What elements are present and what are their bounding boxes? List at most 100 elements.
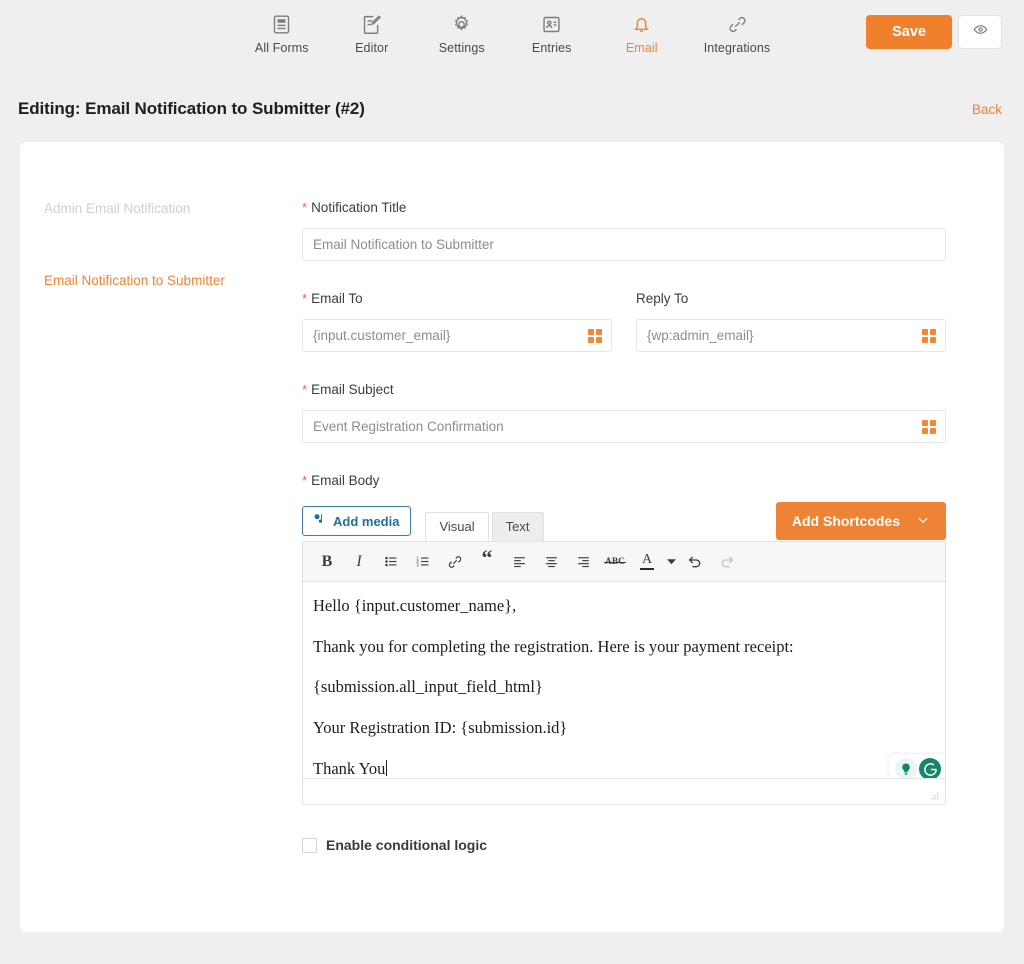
nav-item-editor[interactable]: Editor bbox=[344, 13, 400, 55]
undo-icon[interactable] bbox=[679, 548, 711, 576]
nav-label-settings: Settings bbox=[438, 41, 485, 55]
redo-icon bbox=[711, 548, 743, 576]
tab-text[interactable]: Text bbox=[491, 512, 544, 541]
sidebar-item-email-notification-to-submitter[interactable]: Email Notification to Submitter bbox=[44, 272, 278, 290]
text-color-dropdown-caret[interactable] bbox=[663, 548, 679, 576]
reply-to-input[interactable] bbox=[636, 319, 946, 352]
back-link[interactable]: Back bbox=[972, 102, 1002, 117]
email-subject-label: * Email Subject bbox=[302, 382, 946, 397]
resize-handle-icon[interactable] bbox=[929, 789, 941, 801]
align-right-icon[interactable] bbox=[567, 548, 599, 576]
email-recipients-row: * Email To Reply To bbox=[302, 291, 946, 352]
add-media-button[interactable]: Add media bbox=[302, 506, 412, 536]
shortcode-square bbox=[922, 336, 928, 343]
add-shortcodes-button[interactable]: Add Shortcodes bbox=[775, 502, 946, 540]
bullet-list-icon[interactable] bbox=[375, 548, 407, 576]
editor-toolbar-row: Add media Visual Text Add Shortcodes bbox=[302, 501, 946, 541]
blockquote-icon[interactable]: “ bbox=[471, 547, 503, 576]
field-email-to: * Email To bbox=[302, 291, 612, 352]
label-text: Notification Title bbox=[311, 200, 407, 215]
shortcode-square bbox=[596, 336, 602, 343]
body-line: Hello {input.customer_name}, bbox=[313, 596, 517, 615]
sidebar-item-label: Email Notification to Submitter bbox=[44, 272, 225, 288]
page-title: Editing: Email Notification to Submitter… bbox=[18, 99, 365, 118]
nav-item-email[interactable]: Email bbox=[614, 13, 670, 55]
preview-button[interactable] bbox=[958, 15, 1002, 49]
shortcode-square bbox=[930, 419, 936, 426]
italic-icon[interactable]: I bbox=[343, 548, 375, 576]
reply-to-label: Reply To bbox=[636, 291, 946, 306]
shortcode-square bbox=[596, 328, 602, 335]
link-icon[interactable] bbox=[439, 548, 471, 576]
nav-label-entries: Entries bbox=[531, 41, 572, 55]
chevron-down-icon bbox=[916, 513, 930, 530]
shortcode-grid-icon[interactable] bbox=[922, 328, 936, 343]
wysiwyg-editor: B I 1 2 3 “ ABC A Hello {input.customer_… bbox=[302, 541, 946, 805]
email-subject-input[interactable] bbox=[302, 410, 946, 443]
body-line: Your Registration ID: {submission.id} bbox=[313, 717, 568, 737]
align-center-icon[interactable] bbox=[535, 548, 567, 576]
media-icon bbox=[312, 512, 327, 530]
forms-icon bbox=[271, 13, 293, 35]
notification-title-label: * Notification Title bbox=[302, 200, 946, 215]
numbered-list-icon[interactable]: 1 2 3 bbox=[407, 548, 439, 576]
sidebar-item-label: Admin Email Notification bbox=[44, 201, 191, 216]
shortcode-square bbox=[588, 336, 594, 343]
sidebar-item-admin-email-notification[interactable]: Admin Email Notification bbox=[44, 200, 278, 218]
required-asterisk: * bbox=[302, 382, 308, 397]
email-to-input[interactable] bbox=[302, 319, 612, 352]
entries-card-icon bbox=[541, 13, 563, 35]
editor-pencil-icon bbox=[361, 13, 383, 35]
label-text: Email Subject bbox=[311, 382, 394, 397]
shortcode-square bbox=[922, 427, 928, 434]
email-body-content[interactable]: Hello {input.customer_name}, Thank you f… bbox=[303, 582, 945, 778]
field-notification-title: * Notification Title bbox=[302, 200, 946, 261]
top-navigation-bar: All Forms Editor Settings Entries Email … bbox=[0, 0, 1024, 76]
enable-conditional-logic-checkbox[interactable] bbox=[302, 837, 317, 853]
page-header: Editing: Email Notification to Submitter… bbox=[0, 76, 1024, 142]
email-to-label: * Email To bbox=[302, 291, 612, 306]
label-text: Email Body bbox=[311, 473, 380, 488]
required-asterisk: * bbox=[302, 200, 308, 215]
email-to-input-wrap bbox=[302, 319, 612, 352]
bold-icon[interactable]: B bbox=[311, 548, 343, 576]
shortcode-square bbox=[588, 328, 594, 335]
shortcode-square bbox=[922, 419, 928, 426]
strikethrough-icon[interactable]: ABC bbox=[599, 548, 631, 576]
nav-label-editor: Editor bbox=[355, 41, 389, 55]
notification-title-input[interactable] bbox=[302, 228, 946, 261]
eye-icon bbox=[973, 22, 988, 42]
text-color-icon[interactable]: A bbox=[631, 548, 663, 576]
shortcode-square bbox=[930, 427, 936, 434]
shortcode-square bbox=[930, 328, 936, 335]
conditional-logic-row: Enable conditional logic bbox=[302, 837, 946, 853]
nav-item-entries[interactable]: Entries bbox=[524, 13, 580, 55]
align-left-icon[interactable] bbox=[503, 548, 535, 576]
tab-visual[interactable]: Visual bbox=[425, 512, 489, 541]
email-body-label: * Email Body bbox=[302, 473, 946, 488]
grammarly-widget[interactable] bbox=[889, 754, 945, 778]
field-email-body: * Email Body Add media Visual Text Add S… bbox=[302, 473, 946, 805]
nav-item-settings[interactable]: Settings bbox=[434, 13, 490, 55]
nav-item-integrations[interactable]: Integrations bbox=[704, 13, 771, 55]
shortcode-square bbox=[930, 336, 936, 343]
nav-item-all-forms[interactable]: All Forms bbox=[254, 13, 310, 55]
lightbulb-icon[interactable] bbox=[895, 758, 917, 778]
reply-to-input-wrap bbox=[636, 319, 946, 352]
topbar-actions: Save bbox=[866, 15, 1002, 49]
svg-text:3: 3 bbox=[416, 563, 419, 568]
required-asterisk: * bbox=[302, 291, 308, 306]
shortcode-grid-icon[interactable] bbox=[922, 419, 936, 434]
wysiwyg-toolbar: B I 1 2 3 “ ABC A bbox=[303, 542, 945, 582]
top-nav-items: All Forms Editor Settings Entries Email … bbox=[254, 0, 771, 55]
grammarly-g-icon[interactable] bbox=[919, 758, 941, 778]
label-text: Email To bbox=[311, 291, 363, 306]
enable-conditional-logic-label: Enable conditional logic bbox=[326, 837, 488, 853]
editor-footer bbox=[303, 778, 945, 804]
notification-title-input-wrap bbox=[302, 228, 946, 261]
save-button[interactable]: Save bbox=[866, 15, 952, 49]
required-asterisk: * bbox=[302, 473, 308, 488]
shortcode-grid-icon[interactable] bbox=[588, 328, 602, 343]
label-text: Reply To bbox=[636, 291, 689, 306]
nav-label-all-forms: All Forms bbox=[254, 41, 309, 55]
